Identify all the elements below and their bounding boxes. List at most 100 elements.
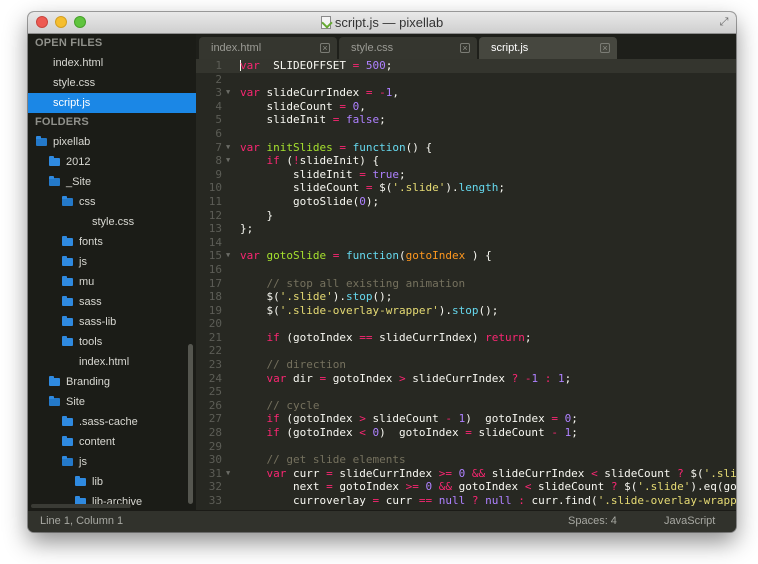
code-token: $( xyxy=(617,480,638,494)
folder-item[interactable]: mu xyxy=(28,272,196,292)
code-token: = xyxy=(326,466,333,480)
tab-index-html[interactable]: index.html × xyxy=(199,37,337,59)
code-text: // direction xyxy=(240,358,346,372)
code-line: 14 xyxy=(196,236,736,250)
code-line: 6 xyxy=(196,127,736,141)
code-token: '.slide' xyxy=(392,181,446,195)
code-line: 24 var dir = gotoIndex > slideCurrIndex … xyxy=(196,372,736,386)
code-token: if xyxy=(266,154,280,168)
line-number: 27 xyxy=(208,412,222,426)
tab-close-icon[interactable]: × xyxy=(460,43,470,53)
folder-item[interactable]: Site xyxy=(28,392,196,412)
folder-item[interactable]: js xyxy=(28,252,196,272)
code-token: ; xyxy=(379,113,386,127)
folder-item[interactable]: pixellab xyxy=(28,132,196,152)
code-token: var xyxy=(240,249,260,263)
fullscreen-icon[interactable]: ⤢ xyxy=(718,16,730,28)
line-number: 28 xyxy=(208,426,222,440)
code-token: false xyxy=(345,113,380,127)
line-number: 2 xyxy=(215,72,222,86)
code-text: $('.slide-overlay-wrapper').stop(); xyxy=(240,304,498,318)
tab-close-icon[interactable]: × xyxy=(600,43,610,53)
fold-arrow-icon[interactable]: ▼ xyxy=(226,154,230,168)
folder-item[interactable]: sass-lib xyxy=(28,312,196,332)
folder-item[interactable]: tools xyxy=(28,332,196,352)
code-token: // stop all existing animation xyxy=(266,276,466,290)
code-token: slideCount xyxy=(240,181,366,195)
tab-script-js[interactable]: script.js × xyxy=(479,37,617,59)
code-token: slideCount xyxy=(471,426,552,440)
code-token: ). xyxy=(445,181,459,195)
code-token: > xyxy=(398,371,406,385)
code-token: ; xyxy=(524,330,532,344)
tab-label: style.css xyxy=(351,42,394,54)
fold-arrow-icon[interactable]: ▼ xyxy=(226,249,230,263)
open-file-label: index.html xyxy=(53,57,104,69)
code-token: gotoIndex xyxy=(332,480,406,494)
open-file-item[interactable]: script.js xyxy=(28,93,196,113)
folder-item[interactable]: js xyxy=(28,452,196,472)
code-token: slideInit xyxy=(240,113,333,127)
code-token: >= xyxy=(405,480,419,494)
code-text: }; xyxy=(240,222,253,236)
code-token: 1 xyxy=(557,371,565,385)
code-token: - xyxy=(551,426,558,440)
code-editor[interactable]: 1 var SLIDEOFFSET = 500; 2 3 ▼ var slideCurrI… xyxy=(196,59,736,510)
sidebar-horizontal-scrollbar[interactable] xyxy=(31,504,131,508)
code-token: (); xyxy=(372,290,393,304)
code-token: gotoSlide xyxy=(266,249,327,263)
window-title-area: script.js — pixellab xyxy=(28,15,736,31)
folder-item[interactable]: fonts xyxy=(28,232,196,252)
code-text: slideInit = true; xyxy=(240,168,406,182)
line-number: 26 xyxy=(208,398,222,412)
open-files-heading: OPEN FILES xyxy=(35,37,103,49)
folder-open-icon xyxy=(49,176,60,186)
folder-item[interactable]: 2012 xyxy=(28,152,196,172)
code-line: 30 // get slide elements xyxy=(196,453,736,467)
tree-item-label: lib xyxy=(92,476,104,488)
folder-item[interactable]: sass xyxy=(28,292,196,312)
file-item[interactable]: index.html xyxy=(28,352,196,372)
folder-item[interactable]: Branding xyxy=(28,372,196,392)
code-text: var curr = slideCurrIndex >= 0 && slideC… xyxy=(240,466,737,481)
open-file-item[interactable]: index.html xyxy=(28,53,196,73)
code-line: 9 slideInit = true; xyxy=(196,168,736,182)
fold-arrow-icon[interactable]: ▼ xyxy=(226,86,230,100)
tree-item-label: js xyxy=(79,456,87,468)
syntax-mode[interactable]: JavaScript xyxy=(664,511,715,532)
fold-arrow-icon[interactable]: ▼ xyxy=(226,467,230,481)
code-token: < xyxy=(591,466,598,480)
code-text: curroverlay = curr == null ? null : curr… xyxy=(240,494,736,508)
code-token: curroverlay xyxy=(240,494,373,507)
code-token: $( xyxy=(683,466,704,480)
tab-style-css[interactable]: style.css × xyxy=(339,37,477,59)
folder-item[interactable]: css xyxy=(28,192,196,212)
folder-item[interactable]: .sass-cache xyxy=(28,412,196,432)
folder-item[interactable]: content xyxy=(28,432,196,452)
code-token: ; xyxy=(498,181,505,195)
line-number: 22 xyxy=(208,344,222,358)
code-token: 0 xyxy=(359,194,366,208)
code-token: - xyxy=(379,86,386,100)
tab-close-icon[interactable]: × xyxy=(320,43,330,53)
folder-item[interactable]: lib xyxy=(28,472,196,492)
sidebar-vertical-scrollbar[interactable] xyxy=(188,344,193,504)
open-file-item[interactable]: style.css xyxy=(28,73,196,93)
file-item[interactable]: style.css xyxy=(28,212,196,232)
code-token: gotoIndex xyxy=(405,249,466,263)
folder-icon xyxy=(62,296,73,306)
line-number: 29 xyxy=(208,439,222,453)
code-token: '.slide' xyxy=(637,480,691,494)
indentation-setting[interactable]: Spaces: 4 xyxy=(568,511,617,532)
fold-arrow-icon[interactable]: ▼ xyxy=(226,141,230,155)
folder-item[interactable]: _Site xyxy=(28,172,196,192)
code-token: ); xyxy=(365,194,380,208)
code-line: 26 // cycle xyxy=(196,399,736,413)
code-token: function xyxy=(345,249,399,263)
